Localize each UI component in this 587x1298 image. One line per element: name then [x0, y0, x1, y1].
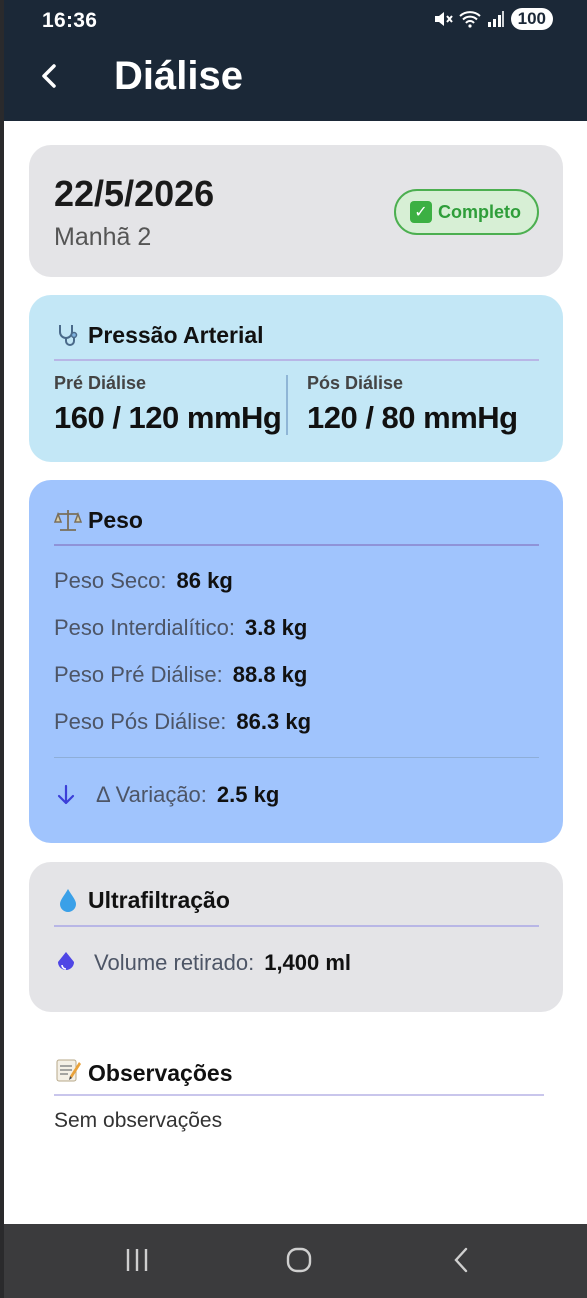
ultrafiltration-title: Ultrafiltração: [54, 886, 230, 914]
arrow-down-icon: [57, 784, 75, 805]
pre-dialysis-value: 160 / 120 mmHg: [54, 400, 282, 435]
divider: [54, 544, 539, 546]
mute-icon: [434, 12, 453, 26]
weight-row-label: Peso Pré Diálise:: [54, 662, 223, 687]
weight-title: Peso: [54, 506, 143, 534]
memo-icon: [54, 1056, 82, 1090]
weight-variation: Δ Variação: 2.5 kg: [54, 782, 279, 808]
weight-row-value: 86 kg: [176, 568, 233, 593]
status-badge: ✓ Completo: [394, 189, 539, 235]
observations-text: Sem observações: [54, 1109, 223, 1132]
content-area: 22/5/2026 Manhã 2 ✓ Completo Pressão Art…: [4, 121, 587, 1224]
status-icons: 100: [433, 8, 553, 30]
system-nav-bar: [4, 1224, 587, 1298]
app-header: 16:36 100 Diálise: [4, 0, 587, 121]
divider: [54, 1094, 544, 1096]
back-arrow-icon: [42, 64, 56, 88]
pre-dialysis-label: Pré Diálise: [54, 373, 147, 393]
weight-row-value: 88.8 kg: [232, 662, 308, 687]
blood-pressure-title-text: Pressão Arterial: [88, 321, 264, 348]
variation-label: Δ Variação:: [96, 782, 207, 807]
session-shift: Manhã 2: [54, 223, 152, 251]
volume-removed-label: Volume retirado:: [94, 950, 255, 975]
back-button[interactable]: [32, 58, 68, 94]
status-badge-label: Completo: [438, 201, 521, 222]
weight-row-value: 3.8 kg: [244, 615, 308, 640]
water-drop-icon: [54, 886, 82, 914]
post-dialysis-value: 120 / 80 mmHg: [307, 400, 518, 435]
divider: [54, 757, 539, 758]
session-date: 22/5/2026: [54, 173, 215, 214]
weight-row-interdialytic: Peso Interdialítico: 3.8 kg: [54, 615, 307, 641]
home-button[interactable]: [269, 1240, 329, 1280]
nav-back-icon: [454, 1247, 468, 1273]
wifi-icon: [458, 11, 481, 28]
stethoscope-icon: [54, 321, 82, 349]
blood-pressure-title: Pressão Arterial: [54, 321, 264, 349]
weight-row-dry: Peso Seco: 86 kg: [54, 568, 233, 594]
scale-icon: [54, 506, 82, 534]
post-dialysis-label: Pós Diálise: [307, 373, 404, 393]
observations-title: Observações: [54, 1056, 232, 1090]
battery-indicator: 100: [510, 8, 553, 30]
weight-row-value: 86.3 kg: [236, 709, 312, 734]
divider: [54, 359, 539, 361]
status-time: 16:36: [42, 9, 98, 32]
variation-value: 2.5 kg: [216, 782, 280, 807]
page-title: Diálise: [114, 54, 243, 98]
divider: [54, 925, 539, 927]
weight-title-text: Peso: [88, 506, 143, 533]
weight-row-post: Peso Pós Diálise: 86.3 kg: [54, 709, 311, 735]
volume-removed-value: 1,400 ml: [264, 950, 352, 975]
post-dialysis-pressure: Pós Diálise 120 / 80 mmHg: [307, 373, 518, 436]
observations-title-text: Observações: [88, 1059, 233, 1086]
ultrafiltration-card: Ultrafiltração Volume retirado: 1,400 ml: [29, 862, 563, 1012]
pre-dialysis-pressure: Pré Diálise 160 / 120 mmHg: [54, 373, 282, 436]
status-bar: 16:36 100: [4, 0, 587, 40]
ultrafiltration-title-text: Ultrafiltração: [88, 886, 230, 913]
weight-card: Peso Peso Seco: 86 kg Peso Interdialític…: [29, 480, 563, 843]
check-icon: ✓: [410, 201, 432, 223]
signal-icon: [487, 11, 504, 27]
weight-row-pre: Peso Pré Diálise: 88.8 kg: [54, 662, 307, 688]
session-card: 22/5/2026 Manhã 2 ✓ Completo: [29, 145, 563, 277]
column-divider: [286, 375, 288, 435]
drop-icon: [58, 952, 74, 970]
volume-removed: Volume retirado: 1,400 ml: [54, 950, 351, 976]
recents-icon: [126, 1249, 148, 1271]
weight-row-label: Peso Interdialítico:: [54, 615, 235, 640]
home-icon: [286, 1247, 312, 1273]
blood-pressure-card: Pressão Arterial Pré Diálise 160 / 120 m…: [29, 295, 563, 462]
recents-button[interactable]: [107, 1240, 167, 1280]
nav-back-button[interactable]: [432, 1240, 492, 1280]
weight-row-label: Peso Seco:: [54, 568, 167, 593]
weight-row-label: Peso Pós Diálise:: [54, 709, 227, 734]
